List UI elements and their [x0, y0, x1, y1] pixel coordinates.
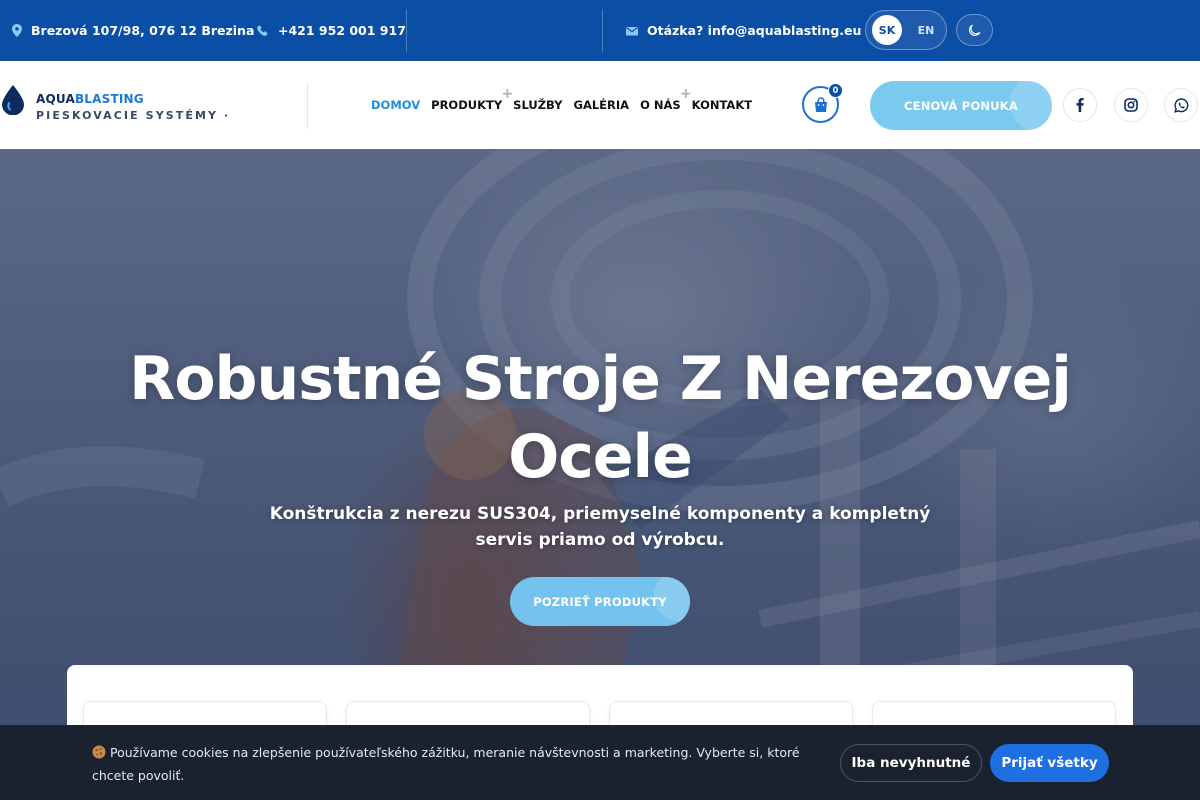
top-bar: Brezová 107/98, 076 12 Brezina +421 952 …	[0, 0, 1200, 61]
hero-title-line-1: Robustné Stroje Z Nerezovej	[129, 344, 1072, 414]
logo-accent: BLASTING	[74, 92, 144, 106]
nav-item-kontakt[interactable]: KONTAKT	[692, 98, 752, 112]
cookie-text: Používame cookies na zlepšenie používate…	[92, 745, 800, 783]
whatsapp-link[interactable]	[1164, 88, 1198, 122]
nav-item-galeria[interactable]: GALÉRIA	[574, 98, 630, 112]
nav-label: PRODUKTY	[431, 98, 503, 112]
phone-item[interactable]: +421 952 001 917	[257, 0, 406, 61]
logo-tagline: PIESKOVACIE SYSTÉMY ·	[36, 109, 231, 122]
envelope-icon	[626, 26, 638, 35]
phone-text: +421 952 001 917	[278, 23, 406, 38]
cookie-message: Používame cookies na zlepšenie používate…	[92, 741, 817, 787]
email-text: Otázka? info@aquablasting.eu	[647, 23, 862, 38]
hero-title-line-2: Ocele	[508, 422, 693, 492]
logo-wordmark: AQUABLASTING	[36, 92, 144, 106]
email-item[interactable]: Otázka? info@aquablasting.eu	[626, 0, 861, 61]
view-products-button[interactable]: POZRIEŤ PRODUKTY	[510, 577, 690, 626]
cookie-banner: Používame cookies na zlepšenie používate…	[0, 725, 1200, 800]
accept-all-button[interactable]: Prijať všetky	[990, 744, 1109, 782]
nav-item-sluzby[interactable]: SLUŽBY	[513, 98, 562, 112]
instagram-icon	[1124, 98, 1138, 112]
lang-en-button[interactable]: EN	[912, 15, 940, 45]
submenu-plus-icon: +	[679, 86, 692, 102]
address-item: Brezová 107/98, 076 12 Brezina	[12, 0, 254, 61]
site-header: AQUABLASTING PIESKOVACIE SYSTÉMY · DOMOV…	[0, 61, 1200, 149]
hero-title: Robustné Stroje Z Nerezovej Ocele	[100, 340, 1100, 496]
lang-sk-button[interactable]: SK	[872, 15, 902, 45]
facebook-link[interactable]	[1063, 88, 1097, 122]
nav-label: DOMOV	[371, 98, 421, 112]
logo-primary: AQUA	[36, 92, 75, 106]
cookie-icon	[92, 745, 106, 759]
nav-label: SLUŽBY	[513, 98, 563, 112]
phone-icon	[257, 24, 268, 36]
nav-item-domov[interactable]: DOMOV	[371, 98, 420, 112]
price-quote-button[interactable]: CENOVÁ PONUKA	[870, 81, 1052, 130]
hero-subtitle: Konštrukcia z nerezu SUS304, priemyselné…	[269, 504, 931, 550]
topbar-divider	[406, 9, 407, 52]
main-nav: DOMOV PRODUKTY + SLUŽBY GALÉRIA O NÁS + KO…	[371, 61, 752, 149]
moon-icon	[969, 24, 981, 36]
header-divider	[307, 83, 308, 129]
instagram-link[interactable]	[1114, 88, 1148, 122]
language-switcher: SK EN	[865, 10, 947, 50]
address-text: Brezová 107/98, 076 12 Brezina	[31, 23, 255, 38]
nav-label: GALÉRIA	[573, 98, 630, 112]
necessary-only-button[interactable]: Iba nevyhnutné	[840, 744, 982, 782]
facebook-icon	[1076, 98, 1084, 112]
cart-count-badge: 0	[828, 83, 843, 98]
cart-button[interactable]: 0	[802, 83, 843, 123]
shopping-bag-icon	[814, 96, 827, 112]
nav-item-o-nas[interactable]: O NÁS +	[640, 86, 692, 112]
location-pin-icon	[12, 24, 22, 37]
dark-mode-toggle[interactable]	[956, 14, 993, 46]
submenu-plus-icon: +	[501, 86, 514, 102]
nav-label: KONTAKT	[691, 98, 753, 112]
water-drop-logo-icon	[2, 85, 24, 115]
nav-item-produkty[interactable]: PRODUKTY +	[431, 86, 513, 112]
topbar-divider	[602, 9, 603, 52]
nav-label: O NÁS	[640, 98, 681, 112]
hero-section: Robustné Stroje Z Nerezovej Ocele Konštr…	[0, 149, 1200, 800]
whatsapp-icon	[1173, 97, 1188, 113]
